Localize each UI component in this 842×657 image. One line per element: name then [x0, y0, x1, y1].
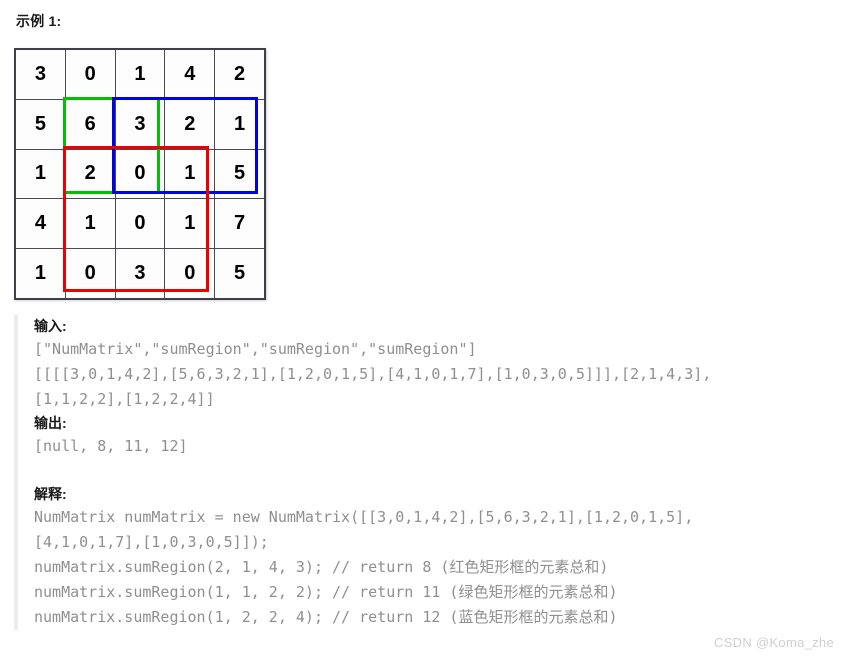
matrix-cell: 3	[14, 48, 66, 100]
matrix-row: 10305	[14, 248, 266, 300]
explanation-line: numMatrix.sumRegion(2, 1, 4, 3); // retu…	[34, 558, 609, 576]
matrix-cell: 1	[164, 148, 216, 200]
matrix-row: 56321	[14, 98, 266, 150]
matrix-cell: 0	[64, 48, 116, 100]
input-line: ["NumMatrix","sumRegion","sumRegion","su…	[34, 340, 477, 358]
explanation-line: NumMatrix numMatrix = new NumMatrix([[3,…	[34, 508, 694, 526]
matrix-cell: 1	[14, 148, 66, 200]
input-line: [1,1,2,2],[1,2,2,4]]	[34, 390, 215, 408]
matrix-cell: 6	[64, 98, 116, 150]
matrix-cell: 0	[114, 198, 166, 250]
explanation-line: numMatrix.sumRegion(1, 1, 2, 2); // retu…	[34, 583, 618, 601]
matrix-cell: 1	[64, 198, 116, 250]
explanation-line: numMatrix.sumRegion(1, 2, 2, 4); // retu…	[34, 608, 618, 626]
matrix-cell: 3	[114, 248, 166, 300]
matrix-cell: 2	[164, 98, 216, 150]
matrix-cell: 0	[114, 148, 166, 200]
matrix-body: 3014256321120154101710305	[14, 48, 266, 300]
watermark: CSDN @Koma_zhe	[714, 635, 834, 650]
matrix-cell: 1	[14, 248, 66, 300]
matrix-cell: 7	[214, 198, 266, 250]
matrix-cell: 5	[14, 98, 66, 150]
output-line: [null, 8, 11, 12]	[34, 437, 188, 455]
matrix-cell: 0	[64, 248, 116, 300]
matrix-cell: 2	[64, 148, 116, 200]
explanation-line: [4,1,0,1,7],[1,0,3,0,5]]);	[34, 533, 269, 551]
input-line: [[[[3,0,1,4,2],[5,6,3,2,1],[1,2,0,1,5],[…	[34, 365, 712, 383]
matrix-cell: 4	[164, 48, 216, 100]
matrix-cell: 1	[114, 48, 166, 100]
matrix-cell: 4	[14, 198, 66, 250]
explanation-heading: 解释:	[34, 486, 67, 502]
matrix-table: 3014256321120154101710305	[14, 48, 266, 300]
matrix-diagram: 3014256321120154101710305	[14, 48, 266, 300]
matrix-row: 30142	[14, 48, 266, 100]
matrix-cell: 1	[214, 98, 266, 150]
matrix-cell: 0	[164, 248, 216, 300]
output-heading: 输出:	[34, 415, 67, 431]
matrix-cell: 1	[164, 198, 216, 250]
matrix-cell: 5	[214, 248, 266, 300]
matrix-cell: 2	[214, 48, 266, 100]
matrix-row: 41017	[14, 198, 266, 250]
matrix-cell: 3	[114, 98, 166, 150]
input-heading: 输入:	[34, 318, 67, 334]
matrix-row: 12015	[14, 148, 266, 200]
example-detail-block: 输入: ["NumMatrix","sumRegion","sumRegion"…	[14, 315, 828, 630]
page-title: 示例 1:	[16, 13, 62, 29]
matrix-cell: 5	[214, 148, 266, 200]
